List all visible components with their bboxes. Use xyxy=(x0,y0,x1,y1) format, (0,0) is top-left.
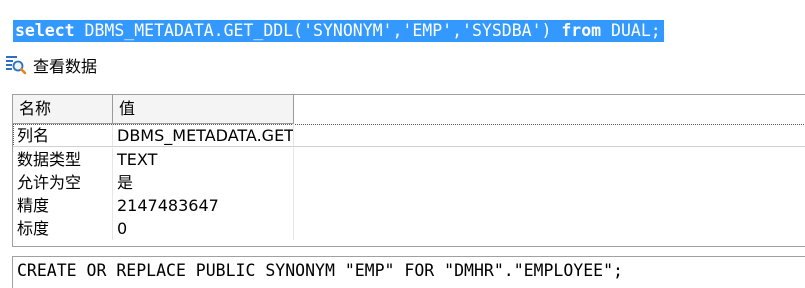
result-text-area[interactable]: CREATE OR REPLACE PUBLIC SYNONYM "EMP" F… xyxy=(12,256,805,288)
row-name: 允许为空 xyxy=(13,171,113,194)
column-header-name[interactable]: 名称 xyxy=(13,95,113,123)
sql-expression: DBMS_METADATA.GET_DDL('SYNONYM','EMP','S… xyxy=(74,21,562,40)
grid-row[interactable]: 标度 0 xyxy=(13,217,805,240)
row-name: 标度 xyxy=(13,217,113,240)
column-header-value[interactable]: 值 xyxy=(113,95,294,123)
sql-keyword-select: select xyxy=(15,21,75,40)
grid-row[interactable]: 精度 2147483647 xyxy=(13,194,805,217)
row-value: 2147483647 xyxy=(113,194,294,217)
row-value: TEXT xyxy=(113,148,294,171)
grid-row[interactable]: 列名 DBMS_METADATA.GET_DDL('SYNONYM','EMP'… xyxy=(13,124,805,147)
row-name: 数据类型 xyxy=(13,148,113,171)
row-value: DBMS_METADATA.GET_DDL('SYNONYM','EMP','S… xyxy=(113,124,294,147)
sql-editor-selected-line[interactable]: select DBMS_METADATA.GET_DDL('SYNONYM','… xyxy=(13,20,664,42)
view-data-title: 查看数据 xyxy=(33,57,98,76)
row-name: 列名 xyxy=(13,124,113,147)
grid-row[interactable]: 数据类型 TEXT xyxy=(13,148,805,171)
grid-row[interactable]: 允许为空 是 xyxy=(13,171,805,194)
properties-grid: 名称 值 列名 DBMS_METADATA.GET_DDL('SYNONYM',… xyxy=(12,94,805,247)
result-text: CREATE OR REPLACE PUBLIC SYNONYM "EMP" F… xyxy=(17,261,623,280)
row-divider xyxy=(13,146,805,147)
sql-keyword-from: from xyxy=(561,21,602,40)
view-data-header: 查看数据 xyxy=(5,52,97,78)
row-value: 0 xyxy=(113,217,294,240)
row-value: 是 xyxy=(113,171,294,194)
row-name: 精度 xyxy=(13,194,113,217)
sql-tail: DUAL; xyxy=(601,21,661,40)
view-data-icon xyxy=(5,54,27,76)
grid-header: 名称 值 xyxy=(13,95,294,124)
